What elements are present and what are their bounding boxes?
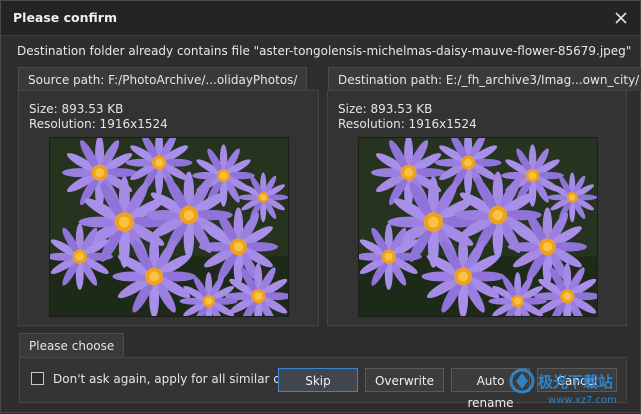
- destination-preview-image: [358, 137, 598, 317]
- tab-destination-path[interactable]: Destination path: E:/_fh_archive3/Imag..…: [328, 67, 641, 91]
- source-panel: Size: 893.53 KB Resolution: 1916x1524: [18, 90, 319, 326]
- watermark-url: www.xz7.com: [548, 395, 617, 406]
- destination-panel: Size: 893.53 KB Resolution: 1916x1524: [327, 90, 627, 326]
- source-size: Size: 893.53 KB: [29, 102, 124, 116]
- dont-ask-label[interactable]: Don't ask again, apply for all similar c…: [53, 372, 307, 386]
- close-icon: [615, 12, 627, 24]
- tab-please-choose[interactable]: Please choose: [19, 333, 125, 357]
- confirm-dialog: Please confirm Destination folder alread…: [0, 0, 641, 413]
- close-button[interactable]: [608, 5, 634, 31]
- title-bar: Please confirm: [1, 1, 640, 36]
- window-title: Please confirm: [13, 10, 117, 25]
- watermark-brand: 极光下载站: [538, 373, 613, 391]
- watermark-logo: 极光下载站 www.xz7.com: [509, 368, 617, 406]
- overwrite-button[interactable]: Overwrite: [365, 368, 444, 392]
- skip-button[interactable]: Skip: [278, 368, 358, 392]
- source-resolution: Resolution: 1916x1524: [29, 117, 168, 131]
- destination-size: Size: 893.53 KB: [338, 102, 433, 116]
- source-preview-image: [49, 137, 289, 317]
- tab-source-path[interactable]: Source path: F:/PhotoArchive/...olidayPh…: [18, 67, 308, 91]
- destination-resolution: Resolution: 1916x1524: [338, 117, 477, 131]
- dont-ask-checkbox[interactable]: [31, 372, 44, 385]
- conflict-message: Destination folder already contains file…: [17, 44, 632, 58]
